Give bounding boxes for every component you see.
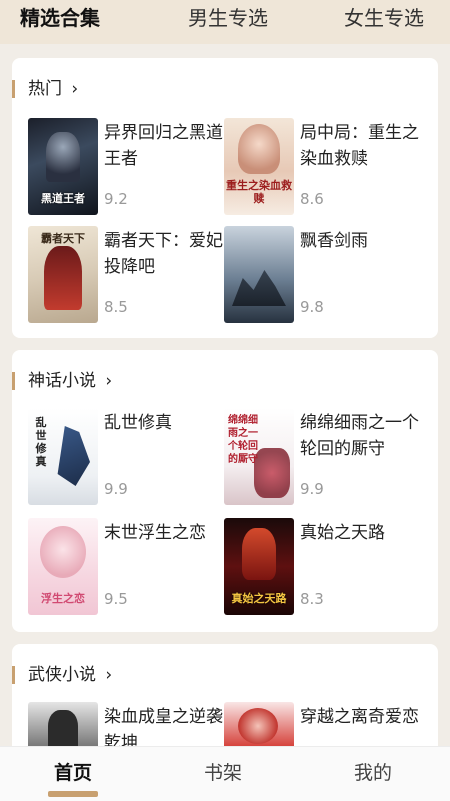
section-card-hot: 热门 › 黑道王者 异界回归之黑道王者 9.2 重生之染血救赎 局中局：重生之染… — [12, 58, 438, 338]
book-item[interactable]: 乱世修真 乱世修真 9.9 — [28, 408, 228, 508]
book-score: 8.6 — [300, 190, 324, 208]
top-tab-bar: 精选合集 男生专选 女生专选 — [0, 0, 450, 44]
main-content: 热门 › 黑道王者 异界回归之黑道王者 9.2 重生之染血救赎 局中局：重生之染… — [0, 44, 450, 746]
nav-home[interactable]: 首页 — [48, 761, 99, 797]
book-score: 9.8 — [300, 298, 324, 316]
section-accent-bar — [12, 372, 15, 390]
section-header-myth[interactable]: 神话小说 › — [28, 370, 112, 392]
book-item[interactable]: 真始之天路 真始之天路 8.3 — [224, 518, 424, 618]
book-title: 乱世修真 — [104, 413, 172, 433]
nav-home-label: 首页 — [54, 762, 93, 784]
book-cover: 黑道王者 — [28, 118, 98, 215]
tab-featured[interactable]: 精选合集 — [20, 4, 100, 38]
book-score: 9.2 — [104, 190, 128, 208]
cover-title: 乱世修真 — [35, 416, 47, 468]
book-cover: 绵绵细雨之一个轮回的厮守 — [224, 408, 294, 505]
book-title: 真始之天路 — [300, 523, 385, 543]
book-item[interactable]: 黑道王者 异界回归之黑道王者 9.2 — [28, 118, 228, 218]
section-header-hot[interactable]: 热门 › — [28, 78, 78, 100]
cover-title: 真始之天路 — [231, 592, 287, 605]
nav-mine[interactable]: 我的 — [354, 761, 392, 785]
tab-male[interactable]: 男生专选 — [188, 4, 268, 32]
book-score: 9.9 — [104, 480, 128, 498]
cover-title: 黑道王者 — [41, 192, 85, 205]
book-cover: 重生之染血救赎 — [224, 118, 294, 215]
book-title: 末世浮生之恋 — [104, 523, 206, 543]
section-card-myth: 神话小说 › 乱世修真 乱世修真 9.9 绵绵细雨之一个轮回的厮守 绵绵细雨之一… — [12, 350, 438, 632]
book-item[interactable]: 浮生之恋 末世浮生之恋 9.5 — [28, 518, 228, 618]
tab-female[interactable]: 女生专选 — [344, 4, 424, 32]
book-item[interactable]: 染血成皇之逆袭乾坤 — [28, 702, 228, 746]
book-title: 染血成皇之逆袭乾坤 — [104, 707, 223, 746]
tab-male-label: 男生专选 — [188, 6, 268, 30]
section-title: 神话小说 — [28, 371, 96, 391]
book-score: 9.5 — [104, 590, 128, 608]
book-title: 局中局：重生之染血救赎 — [300, 123, 419, 169]
book-title: 绵绵细雨之一个轮回的厮守 — [300, 413, 419, 459]
book-cover: 霸者天下 — [28, 226, 98, 323]
book-title: 穿越之离奇爱恋 — [300, 707, 419, 727]
book-cover — [28, 702, 98, 746]
nav-bookshelf[interactable]: 书架 — [204, 761, 242, 785]
tab-female-label: 女生专选 — [344, 6, 424, 30]
book-cover: 乱世修真 — [28, 408, 98, 505]
active-nav-indicator — [48, 791, 99, 797]
book-title: 霸者天下：爱妃投降吧 — [104, 231, 223, 277]
chevron-right-icon: › — [71, 79, 79, 99]
section-card-wuxia: 武侠小说 › 染血成皇之逆袭乾坤 穿越之离奇爱恋 — [12, 644, 438, 746]
book-cover — [224, 226, 294, 323]
book-cover — [224, 702, 294, 746]
tab-featured-label: 精选合集 — [20, 6, 100, 30]
book-item[interactable]: 霸者天下 霸者天下：爱妃投降吧 8.5 — [28, 226, 228, 326]
bottom-nav-bar: 首页 书架 我的 — [0, 746, 450, 801]
book-score: 9.9 — [300, 480, 324, 498]
section-accent-bar — [12, 666, 15, 684]
active-tab-indicator — [20, 30, 100, 38]
book-cover: 浮生之恋 — [28, 518, 98, 615]
book-title: 飘香剑雨 — [300, 231, 368, 251]
book-item[interactable]: 绵绵细雨之一个轮回的厮守 绵绵细雨之一个轮回的厮守 9.9 — [224, 408, 424, 508]
book-cover: 真始之天路 — [224, 518, 294, 615]
nav-mine-label: 我的 — [354, 762, 393, 784]
cover-title: 霸者天下 — [41, 232, 85, 245]
book-item[interactable]: 穿越之离奇爱恋 — [224, 702, 424, 746]
nav-bookshelf-label: 书架 — [204, 762, 243, 784]
cover-title: 浮生之恋 — [41, 592, 85, 605]
cover-title: 绵绵细雨之一个轮回的厮守 — [228, 415, 258, 465]
section-header-wuxia[interactable]: 武侠小说 › — [28, 664, 112, 686]
book-item[interactable]: 重生之染血救赎 局中局：重生之染血救赎 8.6 — [224, 118, 424, 218]
book-score: 8.3 — [300, 590, 324, 608]
cover-title: 重生之染血救赎 — [226, 179, 292, 205]
chevron-right-icon: › — [105, 665, 113, 685]
book-title: 异界回归之黑道王者 — [104, 123, 223, 169]
section-accent-bar — [12, 80, 15, 98]
section-title: 武侠小说 — [28, 665, 96, 685]
chevron-right-icon: › — [105, 371, 113, 391]
book-score: 8.5 — [104, 298, 128, 316]
book-item[interactable]: 飘香剑雨 9.8 — [224, 226, 424, 326]
section-title: 热门 — [28, 79, 62, 99]
